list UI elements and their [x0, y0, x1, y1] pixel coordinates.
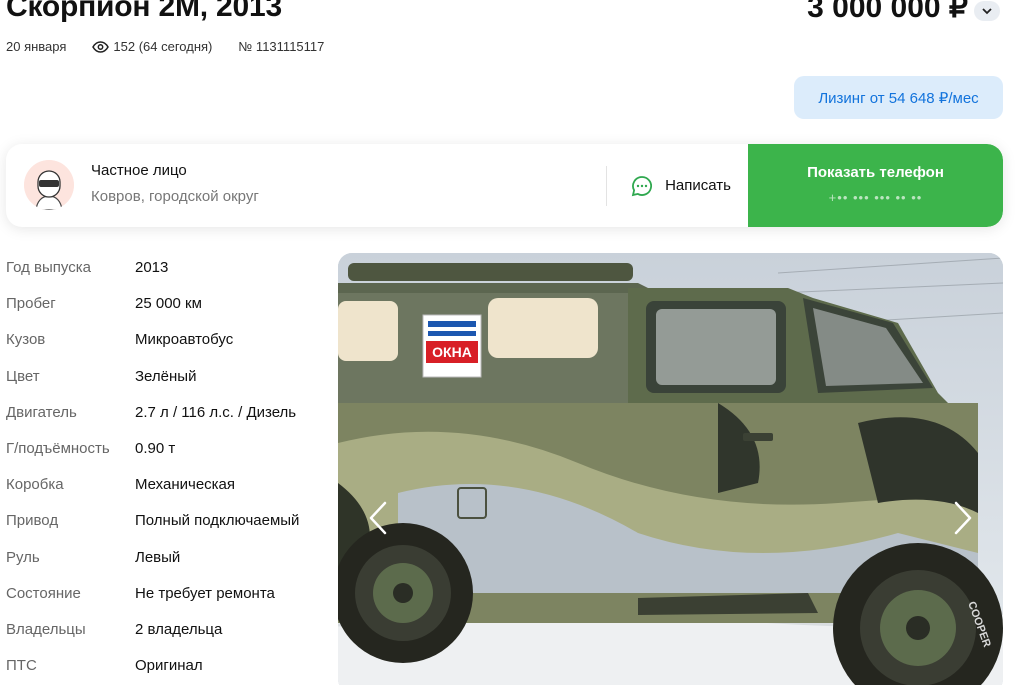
spec-row-condition: Состояние Не требует ремонта: [6, 576, 326, 612]
eye-icon: [92, 40, 110, 53]
spec-key: Кузов: [6, 331, 46, 349]
leasing-button[interactable]: Лизинг от 54 648 ₽/мес: [794, 76, 1003, 119]
private-person-avatar-icon: [24, 160, 74, 210]
chevron-down-icon: [982, 7, 992, 14]
seller-location: Ковров, городской округ: [91, 188, 259, 205]
spec-key: Пробег: [6, 295, 56, 313]
spec-row-owners: Владельцы 2 владельца: [6, 612, 326, 648]
spec-key: Год выпуска: [6, 259, 91, 276]
listing-meta: 20 января 152 (64 сегодня) № 1131115117: [6, 39, 324, 54]
write-message-button[interactable]: Написать: [614, 144, 748, 227]
spec-key: Владельцы: [6, 620, 86, 638]
vehicle-photo: ОКНА COOPER: [338, 253, 1003, 685]
spec-key: Двигатель: [6, 403, 77, 421]
spec-key: ПТС: [6, 657, 37, 675]
views-count: 152 (64 сегодня): [113, 39, 213, 54]
spec-row-body: Кузов Микроавтобус: [6, 322, 326, 358]
spec-row-engine: Двигатель 2.7 л / 116 л.с. / Дизель: [6, 395, 326, 431]
specs-list: Год выпуска 2013 Пробег 25 000 км Кузов Мик…: [6, 250, 326, 684]
spec-value: 2.7 л / 116 л.с. / Дизель: [135, 403, 297, 421]
spec-value: Не требует ремонта: [135, 584, 275, 602]
spec-key: Г/подъёмность: [6, 439, 110, 457]
spec-value: 0.90 т: [135, 439, 176, 457]
spec-value: Оригинал: [135, 657, 203, 675]
avatar: [24, 160, 74, 210]
gallery-next-button[interactable]: [943, 493, 983, 543]
spec-row-mileage: Пробег 25 000 км: [6, 286, 326, 322]
seller-card: Частное лицо Ковров, городской округ Нап…: [6, 144, 1003, 227]
spec-row-pts: ПТС Оригинал: [6, 648, 326, 684]
phone-masked: +•• ••• ••• •• ••: [828, 190, 923, 205]
listing-date: 20 января: [6, 39, 67, 54]
divider: [606, 166, 607, 206]
photo-gallery[interactable]: ОКНА COOPER: [338, 253, 1003, 685]
spec-row-color: Цвет Зелёный: [6, 359, 326, 395]
show-phone-label: Показать телефон: [807, 164, 944, 181]
spec-value[interactable]: Микроавтобус: [135, 331, 233, 348]
spec-value: Левый: [135, 548, 181, 566]
spec-value: 2 владельца: [135, 620, 223, 638]
spec-value[interactable]: Зелёный: [135, 368, 196, 385]
spec-value: Полный подключаемый: [135, 512, 300, 530]
price-history-toggle[interactable]: [974, 1, 1000, 21]
spec-key: Цвет: [6, 367, 40, 385]
spec-row-drive: Привод Полный подключаемый: [6, 503, 326, 539]
listing-title: Скорпион 2М, 2013: [6, 0, 282, 23]
spec-row-year: Год выпуска 2013: [6, 250, 326, 286]
spec-key: Руль: [6, 548, 40, 566]
spec-value: 2013: [135, 259, 169, 276]
chat-icon: [631, 175, 653, 196]
listing-price: 3 000 000 ₽: [807, 0, 968, 24]
seller-type: Частное лицо: [91, 162, 187, 179]
spec-key: Привод: [6, 512, 59, 530]
chevron-left-icon: [369, 501, 387, 535]
spec-row-gearbox: Коробка Механическая: [6, 467, 326, 503]
write-message-label: Написать: [665, 177, 731, 194]
spec-key: Состояние: [6, 584, 81, 602]
gallery-prev-button[interactable]: [358, 493, 398, 543]
window-sign-text: ОКНА: [432, 344, 472, 360]
spec-row-payload: Г/подъёмность 0.90 т: [6, 431, 326, 467]
spec-row-wheel: Руль Левый: [6, 540, 326, 576]
listing-number: № 1131115117: [238, 39, 325, 54]
spec-value: Механическая: [135, 476, 236, 494]
spec-value: 25 000 км: [135, 295, 202, 313]
chevron-right-icon: [954, 501, 972, 535]
views-counter: 152 (64 сегодня): [92, 39, 212, 54]
show-phone-button[interactable]: Показать телефон +•• ••• ••• •• ••: [748, 144, 1003, 227]
spec-key: Коробка: [6, 476, 64, 494]
